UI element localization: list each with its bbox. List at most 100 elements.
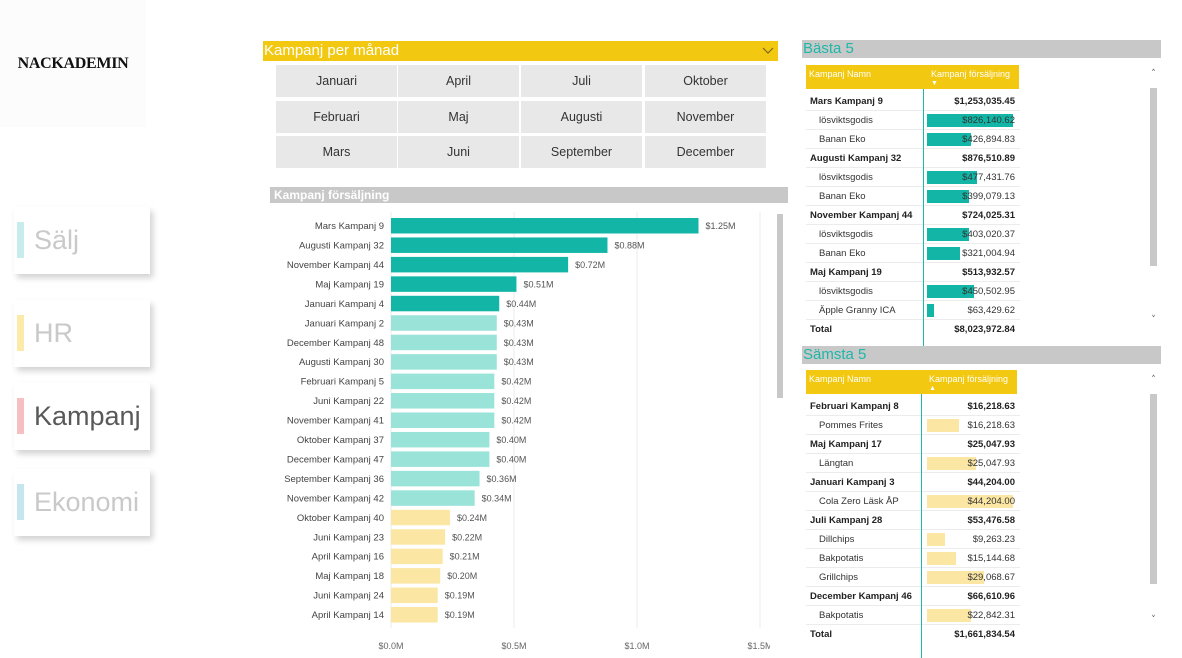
value-label: $0.51M (523, 279, 553, 289)
x-tick-label: $0.0M (378, 641, 403, 651)
category-label: Maj Kampanj 18 (315, 571, 384, 582)
row-name: Grillchips (819, 572, 859, 583)
bar (391, 412, 495, 428)
scroll-down-icon[interactable]: ˅ (1149, 616, 1158, 625)
best-5-scroll-thumb[interactable] (1150, 88, 1157, 266)
bar (391, 509, 451, 526)
data-bar (927, 533, 946, 546)
column-header-sales[interactable]: Kampanj försäljning ▼ (928, 65, 1019, 89)
month-button[interactable]: April (398, 65, 519, 97)
row-name: Juli Kampanj 28 (810, 515, 883, 526)
month-button[interactable]: Augusti (521, 101, 642, 133)
nav-card-1[interactable]: HR (14, 300, 150, 367)
bar (391, 568, 441, 584)
nav-label: Kampanj (34, 401, 141, 431)
month-button[interactable]: Februari (276, 101, 397, 133)
month-button[interactable]: Juli (521, 65, 642, 97)
total-row[interactable]: Total $8,023,972.84 (806, 320, 1020, 339)
category-label: April Kampanj 14 (312, 610, 384, 621)
scroll-down-icon[interactable]: ˅ (1149, 316, 1158, 325)
value-label: $0.40M (496, 435, 526, 445)
best-5-scrollbar[interactable]: ˄ ˅ (1149, 70, 1158, 325)
row-name: lösviktsgodis (819, 115, 873, 126)
month-button[interactable]: Januari (276, 65, 397, 97)
category-label: Oktober Kampanj 37 (297, 435, 384, 446)
row-name: Cola Zero Läsk ÅP (819, 496, 899, 507)
table-row[interactable]: lösviktsgodis $450,502.95 (806, 282, 1020, 301)
table-row[interactable]: Cola Zero Läsk ÅP $44,204.00 (806, 492, 1020, 511)
category-label: Augusti Kampanj 30 (299, 357, 384, 368)
month-button[interactable]: December (645, 136, 766, 168)
worst-5-scrollbar[interactable]: ˄ ˅ (1149, 376, 1158, 626)
table-row[interactable]: Augusti Kampanj 32 $876,510.89 (806, 149, 1020, 168)
table-row[interactable]: Grillchips $29,068.67 (806, 568, 1020, 587)
data-bar (927, 304, 934, 317)
value-label: $0.72M (575, 260, 605, 270)
scroll-up-icon[interactable]: ˄ (1149, 376, 1158, 385)
bar (391, 548, 443, 565)
row-value: $426,894.83 (962, 134, 1015, 145)
row-value: $29,068.67 (967, 572, 1015, 583)
month-button[interactable]: September (521, 136, 642, 168)
month-button[interactable]: Maj (398, 101, 519, 133)
table-row[interactable]: Januari Kampanj 3 $44,204.00 (806, 473, 1020, 492)
row-name: Bakpotatis (819, 553, 864, 564)
table-row[interactable]: Maj Kampanj 19 $513,932.57 (806, 263, 1020, 282)
sort-arrow-icon[interactable]: ▲ (929, 385, 936, 392)
value-label: $0.44M (506, 299, 536, 309)
chart-header: Kampanj försäljning (270, 187, 788, 203)
table-row[interactable]: Banan Eko $426,894.83 (806, 130, 1020, 149)
nav-card-0[interactable]: Sälj (14, 207, 150, 274)
table-row[interactable]: November Kampanj 44 $724,025.31 (806, 206, 1020, 225)
value-label: $0.42M (501, 396, 531, 406)
month-button[interactable]: Oktober (645, 65, 766, 97)
table-row[interactable]: Bakpotatis $22,842.31 (806, 606, 1020, 625)
row-name: Total (810, 629, 832, 640)
table-row[interactable]: Mars Kampanj 9 $1,253,035.45 (806, 92, 1020, 111)
row-value: $44,204.00 (967, 496, 1015, 507)
worst-5-scroll-thumb[interactable] (1150, 394, 1157, 584)
chevron-down-icon[interactable] (762, 44, 774, 56)
x-tick-label: $1.0M (624, 641, 649, 651)
row-name: December Kampanj 46 (810, 591, 912, 602)
category-label: Januari Kampanj 4 (305, 299, 384, 310)
nav-card-2[interactable]: Kampanj (14, 383, 150, 450)
row-name: Banan Eko (819, 248, 866, 259)
table-row[interactable]: Juli Kampanj 28 $53,476.58 (806, 511, 1020, 530)
value-label: $0.88M (614, 241, 644, 251)
month-button[interactable]: Mars (276, 136, 397, 168)
table-row[interactable]: Äpple Granny ICA $63,429.62 (806, 301, 1020, 320)
row-name: Maj Kampanj 17 (810, 439, 882, 450)
table-row[interactable]: Maj Kampanj 17 $25,047.93 (806, 435, 1020, 454)
column-header-name[interactable]: Kampanj Namn (806, 370, 926, 394)
sort-arrow-icon[interactable]: ▼ (931, 80, 938, 87)
total-row[interactable]: Total $1,661,834.54 (806, 625, 1020, 644)
table-row[interactable]: Längtan $25,047.93 (806, 454, 1020, 473)
row-name: lösviktsgodis (819, 229, 873, 240)
table-row[interactable]: Banan Eko $321,004.94 (806, 244, 1020, 263)
table-row[interactable]: December Kampanj 46 $66,610.96 (806, 587, 1020, 606)
chart-scrollbar[interactable] (777, 214, 783, 398)
table-row[interactable]: Pommes Frites $16,218.63 (806, 416, 1020, 435)
row-value: $25,047.93 (967, 439, 1015, 450)
nav-card-3[interactable]: Ekonomi (14, 469, 150, 536)
month-button[interactable]: Juni (398, 136, 519, 168)
table-row[interactable]: Februari Kampanj 8 $16,218.63 (806, 397, 1020, 416)
row-name: Total (810, 324, 832, 335)
month-button[interactable]: November (645, 101, 766, 133)
month-slicer-header[interactable]: Kampanj per månad (263, 41, 778, 61)
column-header-sales[interactable]: Kampanj försäljning ▲ (926, 370, 1017, 394)
table-row[interactable]: lösviktsgodis $477,431.76 (806, 168, 1020, 187)
value-label: $0.36M (487, 474, 517, 484)
table-row[interactable]: Bakpotatis $15,144.68 (806, 549, 1020, 568)
table-row[interactable]: lösviktsgodis $826,140.62 (806, 111, 1020, 130)
scroll-up-icon[interactable]: ˄ (1149, 70, 1158, 79)
best-5-table: Kampanj Namn Kampanj försäljning ▼ Mars Kam… (806, 65, 1020, 353)
table-row[interactable]: Banan Eko $399,079.13 (806, 187, 1020, 206)
table-row[interactable]: lösviktsgodis $403,020.37 (806, 225, 1020, 244)
table-row[interactable]: Dillchips $9,263.23 (806, 530, 1020, 549)
row-value: $15,144.68 (967, 553, 1015, 564)
row-value: $724,025.31 (962, 210, 1015, 221)
row-name: Januari Kampanj 3 (810, 477, 895, 488)
column-header-name[interactable]: Kampanj Namn (806, 65, 928, 89)
